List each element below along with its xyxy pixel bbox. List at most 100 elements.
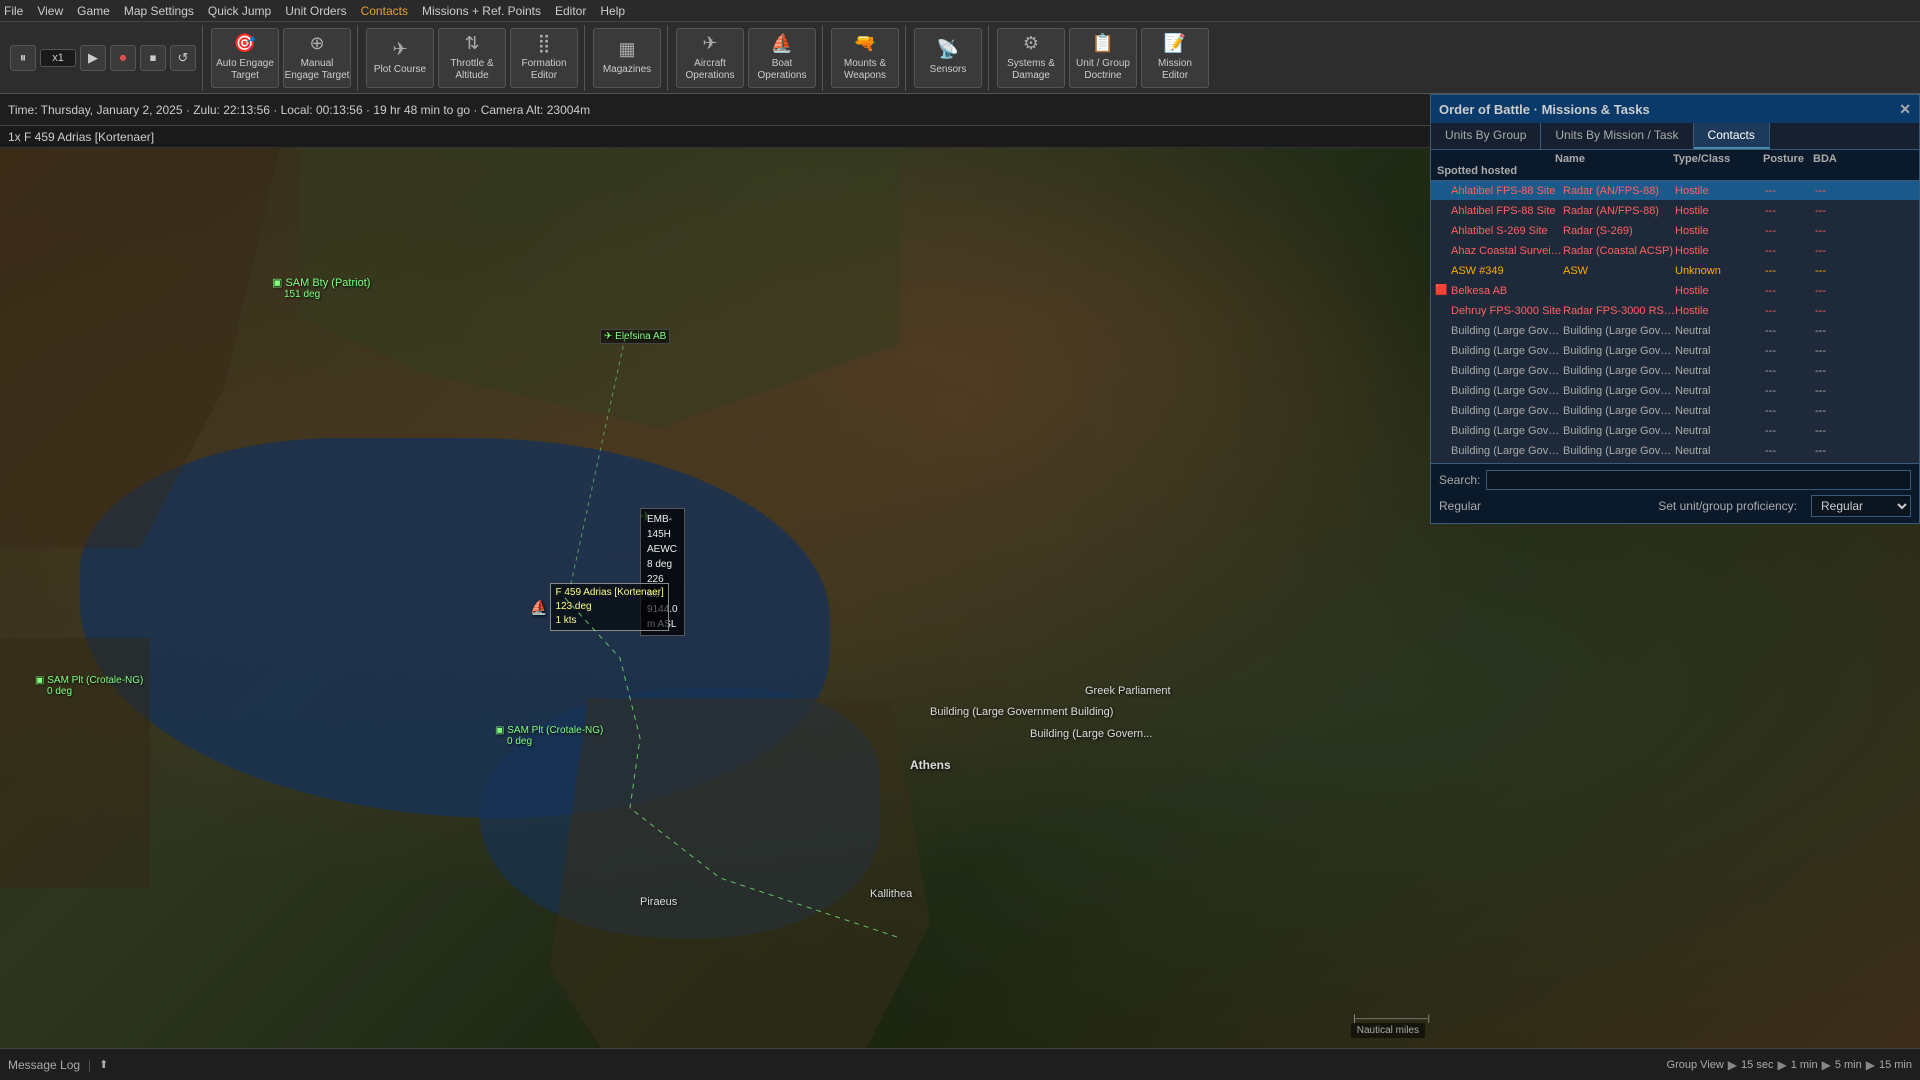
label-kallithea: Kallithea [870,888,912,900]
speed-display: x1 [40,49,76,67]
boat-ops-button[interactable]: ⛵ Boat Operations [748,28,816,88]
row-spotted: --- [1815,205,1915,217]
table-row[interactable]: Building (Large Govern... Building (Larg… [1431,321,1919,341]
mounts-label: Mounts & Weapons [844,58,886,82]
search-input[interactable] [1486,470,1911,490]
record-button[interactable]: ⏺ [110,45,136,71]
row-bda: --- [1765,245,1815,257]
mission-editor-button[interactable]: 📝 Mission Editor [1141,28,1209,88]
menu-map-settings[interactable]: Map Settings [124,4,194,18]
table-row[interactable]: Ahlatibel FPS-88 Site Radar (AN/FPS-88) … [1431,181,1919,201]
table-row[interactable]: ASW #349 ASW Unknown --- --- [1431,261,1919,281]
label-building-lg: Building (Large Government Building) [930,706,1113,718]
menu-missions[interactable]: Missions + Ref. Points [422,4,541,18]
interval-15sec[interactable]: 15 sec [1741,1059,1773,1071]
table-row[interactable]: Building (Large Govern... Building (Larg… [1431,401,1919,421]
mounts-weapons-button[interactable]: 🔫 Mounts & Weapons [831,28,899,88]
stop-button[interactable]: ⏹ [140,45,166,71]
table-row[interactable]: Building (Large Govern... Building (Larg… [1431,421,1919,441]
play-5min-icon[interactable]: ▶ [1822,1058,1831,1072]
message-log-label[interactable]: Message Log [8,1058,80,1072]
table-row[interactable]: Ahlatibel FPS-88 Site Radar (AN/FPS-88) … [1431,201,1919,221]
tab-units-by-mission[interactable]: Units By Mission / Task [1541,123,1693,149]
row-type: Building (Large Government Building) [1563,425,1675,437]
menu-unit-orders[interactable]: Unit Orders [285,4,346,18]
menu-contacts[interactable]: Contacts [361,4,408,18]
table-row[interactable]: Ahlatibel S-269 Site Radar (S-269) Hosti… [1431,221,1919,241]
table-row[interactable]: 🟥 Belkesa AB Hostile --- --- [1431,281,1919,301]
menu-quick-jump[interactable]: Quick Jump [208,4,271,18]
row-type: Building (Large Government Building) [1563,365,1675,377]
throttle-icon: ⇅ [464,33,479,55]
menu-editor[interactable]: Editor [555,4,586,18]
play-1min-icon[interactable]: ▶ [1777,1058,1786,1072]
row-spotted: --- [1815,325,1915,337]
row-posture: Neutral [1675,445,1765,457]
proficiency-value: Regular [1439,499,1481,513]
unit-sam-patriot[interactable]: ▣ SAM Bty (Patriot) 151 deg [272,276,370,300]
plot-course-button[interactable]: ✈ Plot Course [366,28,434,88]
upload-icon[interactable]: ⬆ [99,1058,108,1071]
formation-label: Formation Editor [521,58,566,82]
pause-button[interactable]: ⏸ [10,45,36,71]
row-name: Building (Large Govern... [1451,425,1563,437]
magazines-icon: ▦ [618,39,635,61]
tab-units-by-group[interactable]: Units By Group [1431,123,1541,149]
search-row: Search: [1439,470,1911,490]
proficiency-select[interactable]: Regular Veteran Crack Elite Novice [1811,495,1911,517]
auto-engage-label: Auto Engage Target [216,58,274,82]
table-row[interactable]: Ahaz Coastal Surveill... Radar (Coastal … [1431,241,1919,261]
plot-course-label: Plot Course [374,64,426,76]
systems-damage-button[interactable]: ⚙ Systems & Damage [997,28,1065,88]
row-name: Building (Large Govern... [1451,325,1563,337]
row-posture: Hostile [1675,245,1765,257]
aircraft-ops-button[interactable]: ✈ Aircraft Operations [676,28,744,88]
tab-contacts[interactable]: Contacts [1694,123,1770,149]
table-row[interactable]: Building (Large Govern... Building (Larg… [1431,341,1919,361]
table-row[interactable]: Building (Large Govern... Building (Larg… [1431,361,1919,381]
formation-editor-button[interactable]: ⣿ Formation Editor [510,28,578,88]
interval-1min[interactable]: 1 min [1791,1059,1818,1071]
sensor-tools: 📡 Sensors [908,25,989,91]
menu-game[interactable]: Game [77,4,110,18]
rewind-button[interactable]: ↺ [170,45,196,71]
unit-f459[interactable]: ⛵ F 459 Adrias [Kortenaer] 123 deg 1 kts [530,583,669,631]
unit-doctrine-button[interactable]: 📋 Unit / Group Doctrine [1069,28,1137,88]
oob-table-body[interactable]: Ahlatibel FPS-88 Site Radar (AN/FPS-88) … [1431,181,1919,463]
play-button[interactable]: ▶ [80,45,106,71]
time-display: Time: Thursday, January 2, 2025 · Zulu: … [8,103,590,117]
selected-unit-label: 1x F 459 Adrias [Kortenaer] [8,130,154,144]
unit-elefsina[interactable]: ✈ Elefsina AB [600,328,670,342]
bottom-bar: Message Log | ⬆ Group View ▶ 15 sec ▶ 1 … [0,1048,1920,1080]
unit-sam-crotale1[interactable]: ▣ SAM Plt (Crotale-NG) 0 deg [35,675,143,697]
row-bda: --- [1765,425,1815,437]
menu-file[interactable]: File [4,4,23,18]
playback-bottom-controls: Group View ▶ 15 sec ▶ 1 min ▶ 5 min ▶ 15… [1667,1058,1912,1072]
unit-sam-crotale2[interactable]: ▣ SAM Plt (Crotale-NG) 0 deg [495,725,603,747]
unit-emb-awacs[interactable]: ✈ EMB-145H AEWC 8 deg 226 kts 9144.0 m A… [640,508,652,525]
oob-close-button[interactable]: ✕ [1899,101,1911,118]
sensors-button[interactable]: 📡 Sensors [914,28,982,88]
auto-engage-button[interactable]: 🎯 Auto Engage Target [211,28,279,88]
throttle-altitude-button[interactable]: ⇅ Throttle & Altitude [438,28,506,88]
scale-tick: |————————| [1353,1013,1430,1023]
interval-15min[interactable]: 15 min [1879,1059,1912,1071]
table-row[interactable]: Dehruy FPS-3000 Site Radar FPS-3000 RSPS… [1431,301,1919,321]
manual-engage-button[interactable]: ⊕ Manual Engage Target [283,28,351,88]
auto-engage-icon: 🎯 [234,33,256,55]
col-bda: BDA [1813,153,1913,165]
menu-view[interactable]: View [37,4,63,18]
manual-engage-icon: ⊕ [309,33,324,55]
row-type: Radar (AN/FPS-88) [1563,185,1675,197]
table-row[interactable]: Building (Large Govern... Building (Larg… [1431,441,1919,461]
play-15min-icon[interactable]: ▶ [1866,1058,1875,1072]
magazines-button[interactable]: ▦ Magazines [593,28,661,88]
aircraft-ops-icon: ✈ [702,33,717,55]
boat-ops-icon: ⛵ [771,33,793,55]
interval-5min[interactable]: 5 min [1835,1059,1862,1071]
row-type: ASW [1563,265,1675,277]
play-bottom-icon[interactable]: ▶ [1728,1058,1737,1072]
menu-help[interactable]: Help [600,4,625,18]
table-row[interactable]: Building (Large Govern... Building (Larg… [1431,381,1919,401]
col-spotted: Spotted hosted [1437,165,1555,177]
